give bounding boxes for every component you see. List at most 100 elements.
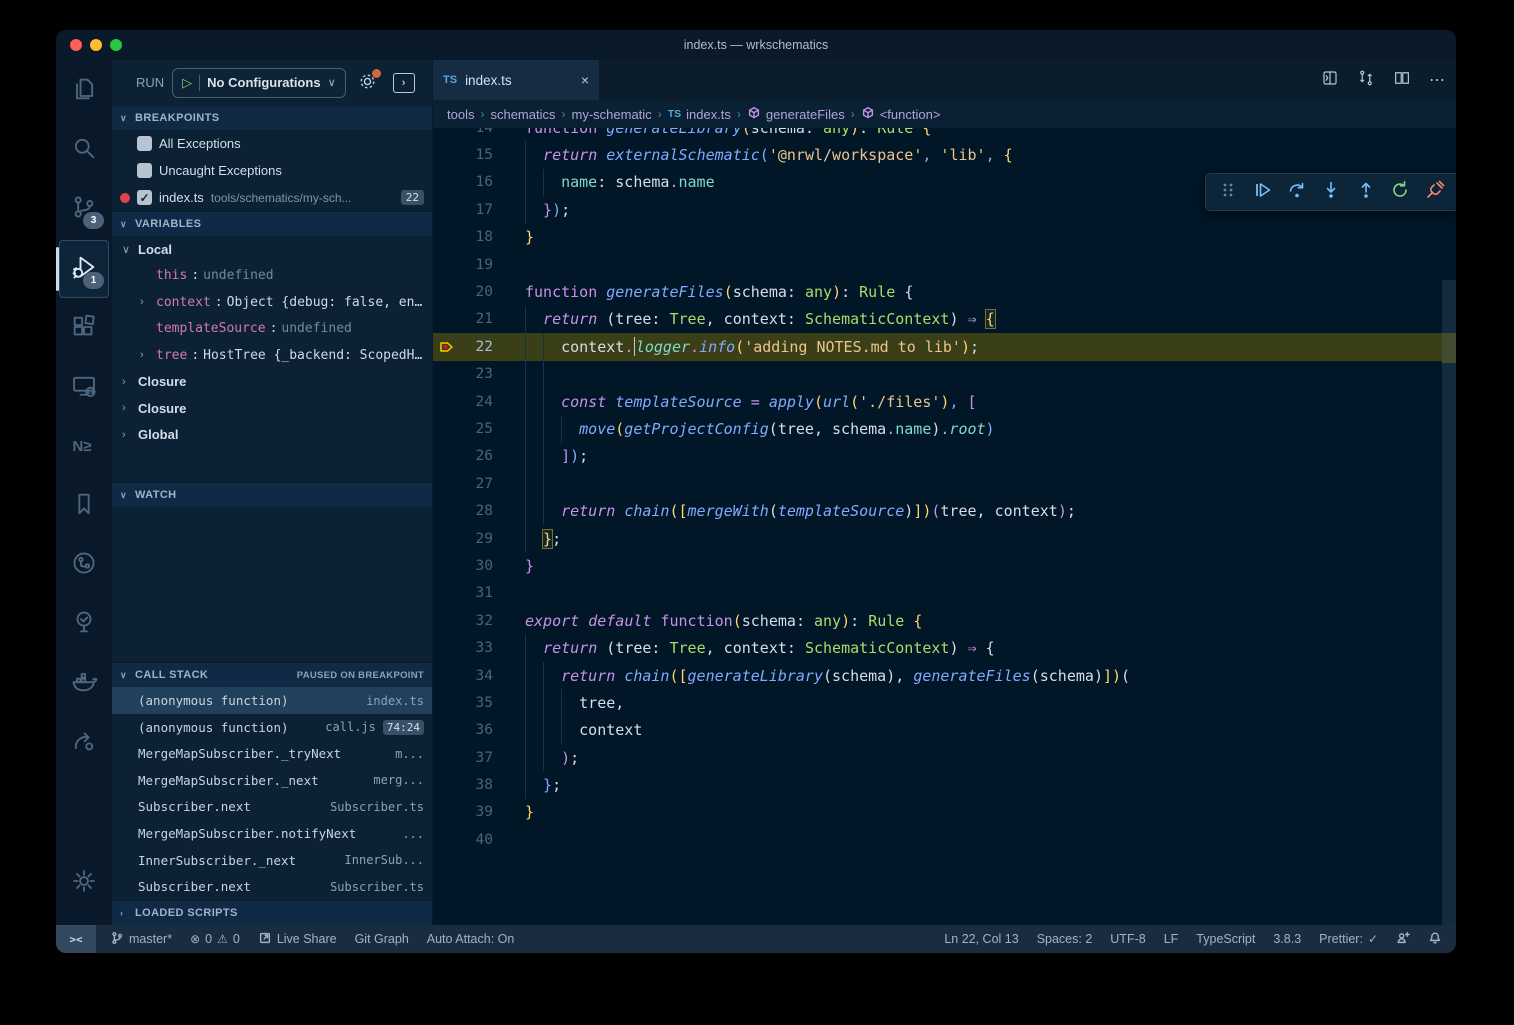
scrollbar-thumb[interactable] xyxy=(1442,280,1456,925)
gutter-line-15[interactable]: 15 xyxy=(433,147,493,163)
stack-frame[interactable]: (anonymous function)index.ts xyxy=(112,687,432,714)
open-changes-button[interactable] xyxy=(1321,69,1339,92)
statusbar-indentation[interactable]: Spaces: 2 xyxy=(1037,932,1093,946)
configure-button[interactable] xyxy=(358,72,377,94)
gutter-line-40[interactable]: 40 xyxy=(433,832,493,848)
split-editor-button[interactable] xyxy=(1393,69,1411,92)
variable-row[interactable]: templateSource: undefined xyxy=(112,316,432,343)
statusbar-notifications[interactable] xyxy=(1428,931,1442,948)
code-line-21[interactable]: 21return (tree: Tree, context: Schematic… xyxy=(433,306,1456,333)
breakpoint-row[interactable]: All Exceptions xyxy=(112,130,432,157)
breadcrumb-item[interactable]: tools xyxy=(447,107,474,122)
stack-frame[interactable]: InnerSubscriber._nextInnerSub... xyxy=(112,847,432,874)
code-line-33[interactable]: 33return (tree: Tree, context: Schematic… xyxy=(433,634,1456,661)
gutter-line-14[interactable]: 14 xyxy=(433,128,493,136)
more-actions-icon[interactable]: ⋯ xyxy=(1429,70,1446,90)
gutter-line-19[interactable]: 19 xyxy=(433,257,493,273)
stack-frame[interactable]: Subscriber.nextSubscriber.ts xyxy=(112,873,432,900)
activitybar-search[interactable] xyxy=(60,122,108,178)
breakpoint-row[interactable]: Uncaught Exceptions xyxy=(112,157,432,184)
scrollbar[interactable] xyxy=(1442,128,1456,925)
breadcrumb-item[interactable]: my-schematic xyxy=(572,107,652,122)
code-line-25[interactable]: 25move(getProjectConfig(tree, schema.nam… xyxy=(433,415,1456,442)
code-line-31[interactable]: 31 xyxy=(433,580,1456,607)
code-line-39[interactable]: 39} xyxy=(433,799,1456,826)
restart-button[interactable] xyxy=(1387,179,1413,205)
gutter-line-16[interactable]: 16 xyxy=(433,174,493,190)
stack-frame[interactable]: Subscriber.nextSubscriber.ts xyxy=(112,794,432,821)
breadcrumb-item[interactable]: <function> xyxy=(861,106,941,123)
statusbar-prettier[interactable]: Prettier:✓ xyxy=(1319,932,1378,946)
activitybar-git-graph[interactable] xyxy=(60,537,108,593)
gutter-line-30[interactable]: 30 xyxy=(433,558,493,574)
activitybar-extensions[interactable] xyxy=(60,301,108,357)
statusbar-git-graph[interactable]: Git Graph xyxy=(355,932,409,946)
statusbar-feedback[interactable] xyxy=(1396,931,1410,948)
breadcrumb-item[interactable]: generateFiles xyxy=(747,106,845,123)
gutter-line-28[interactable]: 28 xyxy=(433,503,493,519)
code-line-14[interactable]: 14function generateLibrary(schema: any):… xyxy=(433,128,1456,141)
activitybar-settings[interactable] xyxy=(60,855,108,911)
activitybar-live-share[interactable] xyxy=(60,714,108,770)
step-over-button[interactable] xyxy=(1284,179,1310,205)
activitybar-docker[interactable] xyxy=(60,655,108,711)
drag-handle[interactable] xyxy=(1215,179,1241,205)
gutter-line-25[interactable]: 25 xyxy=(433,421,493,437)
watch-section-header[interactable]: ∨ WATCH xyxy=(112,482,432,507)
launch-config-dropdown[interactable]: ▷ No Configurations ∨ xyxy=(172,68,345,98)
continue-button[interactable] xyxy=(1249,179,1275,205)
variables-section-header[interactable]: ∨VARIABLES xyxy=(112,211,432,236)
breakpoint-checkbox[interactable] xyxy=(137,136,152,151)
statusbar-live-share[interactable]: Live Share xyxy=(258,931,337,948)
gutter-line-18[interactable]: 18 xyxy=(433,229,493,245)
statusbar-problems[interactable]: ⊗0⚠0 xyxy=(190,932,240,946)
statusbar-auto-attach[interactable]: Auto Attach: On xyxy=(427,932,515,946)
code-editor[interactable]: 14function generateLibrary(schema: any):… xyxy=(433,128,1456,925)
activitybar-run-debug[interactable]: 1 xyxy=(59,240,109,298)
code-line-29[interactable]: 29}; xyxy=(433,525,1456,552)
breakpoint-row[interactable]: ✓index.tstools/schematics/my-sch...22 xyxy=(112,184,432,211)
gutter-line-17[interactable]: 17 xyxy=(433,202,493,218)
code-line-27[interactable]: 27 xyxy=(433,470,1456,497)
gutter-line-21[interactable]: 21 xyxy=(433,311,493,327)
tab-index-ts[interactable]: TS index.ts × xyxy=(433,60,599,100)
gutter-line-32[interactable]: 32 xyxy=(433,613,493,629)
call-stack-section-header[interactable]: ∨CALL STACKPAUSED ON BREAKPOINT xyxy=(112,662,432,687)
statusbar-cursor-position[interactable]: Ln 22, Col 13 xyxy=(944,932,1018,946)
gutter-line-34[interactable]: 34 xyxy=(433,668,493,684)
gutter-line-33[interactable]: 33 xyxy=(433,640,493,656)
gutter-line-39[interactable]: 39 xyxy=(433,804,493,820)
statusbar-eol[interactable]: LF xyxy=(1164,932,1179,946)
breadcrumb-item[interactable]: TSindex.ts xyxy=(668,107,731,122)
statusbar-git-branch[interactable]: master* xyxy=(110,931,172,948)
code-line-18[interactable]: 18} xyxy=(433,224,1456,251)
stack-frame[interactable]: MergeMapSubscriber.notifyNext... xyxy=(112,820,432,847)
statusbar-encoding[interactable]: UTF-8 xyxy=(1110,932,1145,946)
remote-indicator[interactable]: >< xyxy=(56,925,96,953)
activitybar-todo-tree[interactable] xyxy=(60,596,108,652)
titlebar[interactable]: index.ts — wrkschematics xyxy=(56,30,1456,60)
statusbar-ts-version[interactable]: 3.8.3 xyxy=(1273,932,1301,946)
variable-row[interactable]: ∨Local xyxy=(112,236,432,263)
code-line-35[interactable]: 35tree, xyxy=(433,689,1456,716)
variable-row[interactable]: ›tree: HostTree {_backend: ScopedH… xyxy=(112,342,432,369)
gutter-line-36[interactable]: 36 xyxy=(433,722,493,738)
loaded-scripts-header[interactable]: › LOADED SCRIPTS xyxy=(112,900,432,925)
variable-row[interactable]: ›Closure xyxy=(112,369,432,396)
gutter-line-38[interactable]: 38 xyxy=(433,777,493,793)
code-line-22[interactable]: 22context.logger.info('adding NOTES.md t… xyxy=(433,333,1456,360)
code-line-30[interactable]: 30} xyxy=(433,552,1456,579)
code-line-40[interactable]: 40 xyxy=(433,826,1456,853)
start-debug-icon[interactable]: ▷ xyxy=(182,76,192,89)
gutter-line-29[interactable]: 29 xyxy=(433,531,493,547)
breakpoint-checkbox[interactable]: ✓ xyxy=(137,190,152,205)
gutter-line-27[interactable]: 27 xyxy=(433,476,493,492)
step-into-button[interactable] xyxy=(1318,179,1344,205)
gutter-line-23[interactable]: 23 xyxy=(433,366,493,382)
statusbar-language-mode[interactable]: TypeScript xyxy=(1196,932,1255,946)
code-line-38[interactable]: 38}; xyxy=(433,771,1456,798)
variable-row[interactable]: this: undefined xyxy=(112,263,432,290)
gutter-line-37[interactable]: 37 xyxy=(433,750,493,766)
gutter-line-26[interactable]: 26 xyxy=(433,448,493,464)
activitybar-remote-explorer[interactable] xyxy=(60,360,108,416)
